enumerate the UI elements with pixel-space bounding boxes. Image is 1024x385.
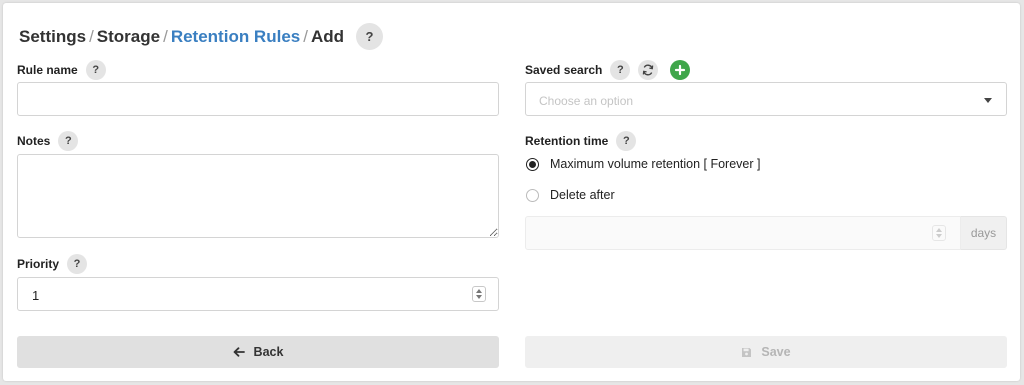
retention-days-input[interactable] — [525, 216, 961, 250]
back-button-label: Back — [253, 345, 284, 359]
saved-search-label: Saved search ? — [525, 60, 691, 80]
saved-search-select[interactable]: Choose an option — [525, 82, 1007, 116]
rule-name-help-question-icon[interactable]: ? — [85, 60, 106, 80]
radio-label-delete-after: Delete after — [550, 188, 615, 202]
saved-search-label-text: Saved search — [525, 63, 603, 77]
caret-down-icon — [984, 98, 992, 103]
breadcrumb-retention-rules[interactable]: Retention Rules — [171, 27, 300, 47]
floppy-disk-icon — [742, 347, 752, 357]
breadcrumb-separator: / — [303, 26, 308, 46]
retention-time-label: Retention time ? — [525, 131, 637, 151]
breadcrumb-add: Add — [310, 26, 345, 46]
notes-textarea[interactable] — [17, 154, 499, 238]
breadcrumb-separator: / — [163, 26, 168, 46]
priority-label-text: Priority — [17, 257, 60, 271]
notes-help-question-icon[interactable]: ? — [58, 131, 79, 151]
retention-days-stepper-icon — [932, 225, 946, 241]
saved-search-placeholder: Choose an option — [539, 94, 634, 108]
radio-unselected-icon[interactable] — [526, 188, 539, 202]
notes-label-text: Notes — [17, 134, 51, 148]
save-button[interactable]: Save — [525, 336, 1007, 368]
priority-help-question-icon[interactable]: ? — [67, 254, 88, 274]
arrow-left-icon — [233, 347, 245, 357]
retention-time-help-question-icon[interactable]: ? — [616, 131, 637, 151]
rule-name-input[interactable] — [17, 82, 499, 116]
saved-search-help-question-icon[interactable]: ? — [610, 60, 631, 80]
rule-name-label-text: Rule name — [17, 63, 78, 77]
form-panel: Settings / Storage / Retention Rules / A… — [3, 3, 1020, 381]
add-saved-search-plus-icon[interactable] — [670, 60, 691, 80]
breadcrumb: Settings / Storage / Retention Rules / A… — [19, 23, 384, 50]
breadcrumb-settings[interactable]: Settings — [19, 27, 86, 47]
rule-name-label: Rule name ? — [17, 60, 106, 80]
priority-label: Priority ? — [17, 254, 88, 274]
radio-option-max-retention[interactable]: Maximum volume retention [ Forever ] — [526, 157, 761, 171]
priority-input[interactable]: 1 — [17, 277, 499, 311]
back-button[interactable]: Back — [17, 336, 499, 368]
breadcrumb-separator: / — [89, 26, 94, 46]
save-button-label: Save — [761, 345, 791, 359]
radio-option-delete-after[interactable]: Delete after — [526, 188, 615, 202]
retention-time-label-text: Retention time — [525, 134, 609, 148]
radio-label-max-retention: Maximum volume retention [ Forever ] — [550, 157, 761, 171]
priority-value: 1 — [32, 288, 40, 303]
refresh-icon[interactable] — [638, 60, 659, 80]
priority-stepper-icon[interactable] — [472, 286, 486, 302]
notes-label: Notes ? — [17, 131, 79, 151]
days-unit-addon: days — [961, 216, 1007, 250]
radio-selected-icon[interactable] — [526, 157, 539, 171]
page-help-question-icon[interactable]: ? — [356, 23, 384, 50]
breadcrumb-storage[interactable]: Storage — [97, 27, 160, 47]
